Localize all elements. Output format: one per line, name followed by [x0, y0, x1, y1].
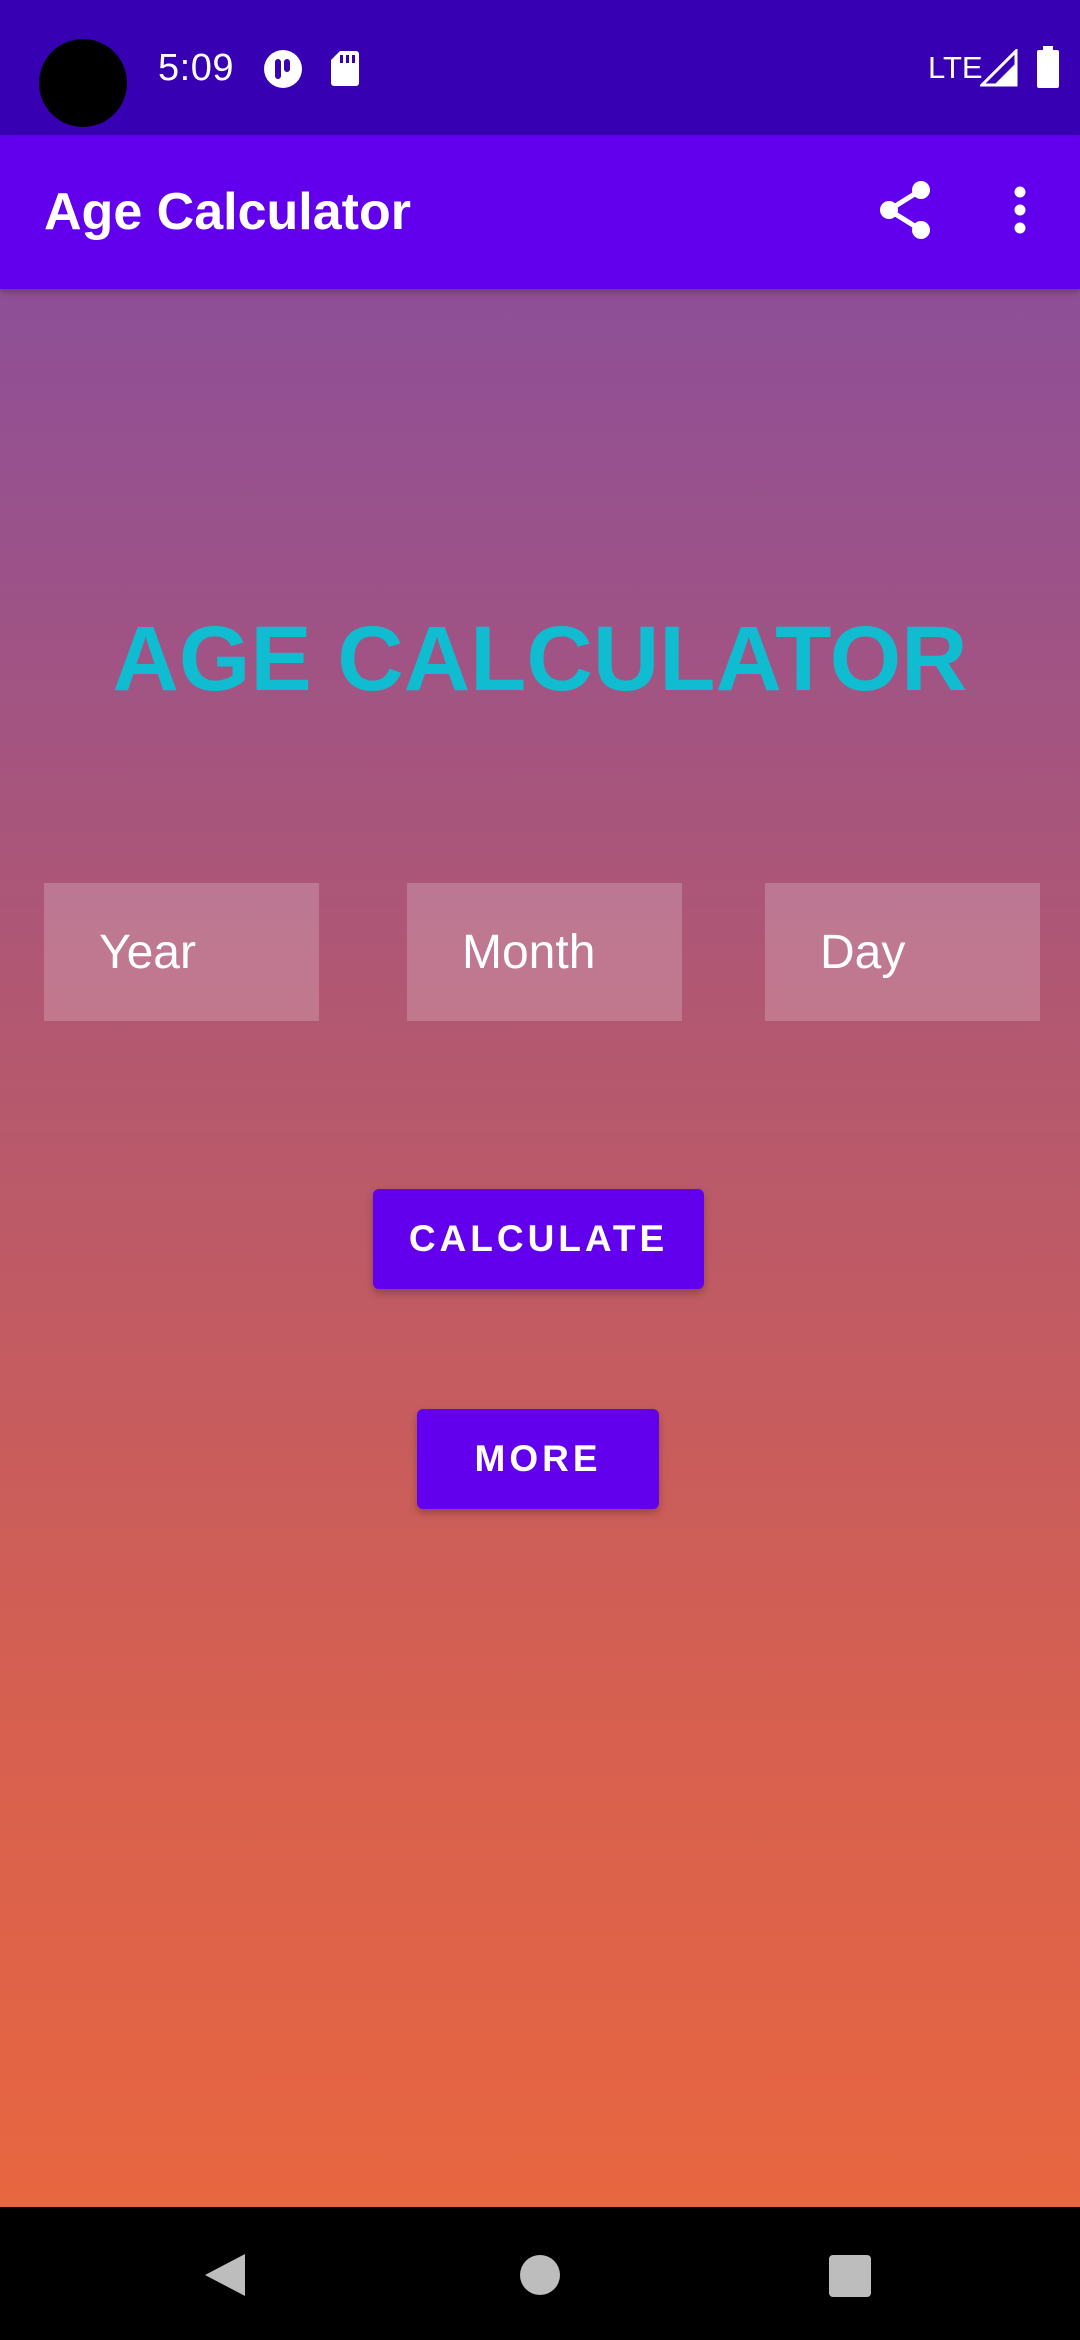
- home-icon[interactable]: [520, 2255, 560, 2295]
- main-content: AGE CALCULATOR CALCULATE MORE: [0, 289, 1080, 2207]
- year-input[interactable]: [99, 924, 319, 980]
- more-vert-icon: [1013, 186, 1027, 239]
- signal-icon: [978, 47, 1018, 87]
- app-bar: Age Calculator: [0, 135, 1080, 289]
- month-field[interactable]: [407, 883, 682, 1021]
- month-input[interactable]: [462, 924, 682, 980]
- camera-cutout: [39, 39, 127, 127]
- share-icon: [877, 180, 933, 245]
- calculate-button[interactable]: CALCULATE: [373, 1189, 704, 1289]
- navigation-bar: [0, 2207, 1080, 2340]
- day-input[interactable]: [820, 924, 1040, 980]
- back-icon[interactable]: [203, 2252, 247, 2298]
- recents-icon[interactable]: [829, 2255, 871, 2297]
- notification-app-icon: [263, 49, 303, 89]
- more-button[interactable]: MORE: [417, 1409, 659, 1509]
- day-field[interactable]: [765, 883, 1040, 1021]
- share-button[interactable]: [870, 177, 940, 247]
- status-time: 5:09: [158, 47, 234, 89]
- app-title: Age Calculator: [44, 183, 411, 241]
- status-bar: 5:09 LTE: [0, 0, 1080, 135]
- battery-icon: [1036, 46, 1060, 88]
- page-headline: AGE CALCULATOR: [112, 608, 968, 710]
- network-type: LTE: [928, 50, 983, 85]
- year-field[interactable]: [44, 883, 319, 1021]
- sd-card-icon: [330, 49, 360, 87]
- overflow-menu-button[interactable]: [1000, 177, 1040, 247]
